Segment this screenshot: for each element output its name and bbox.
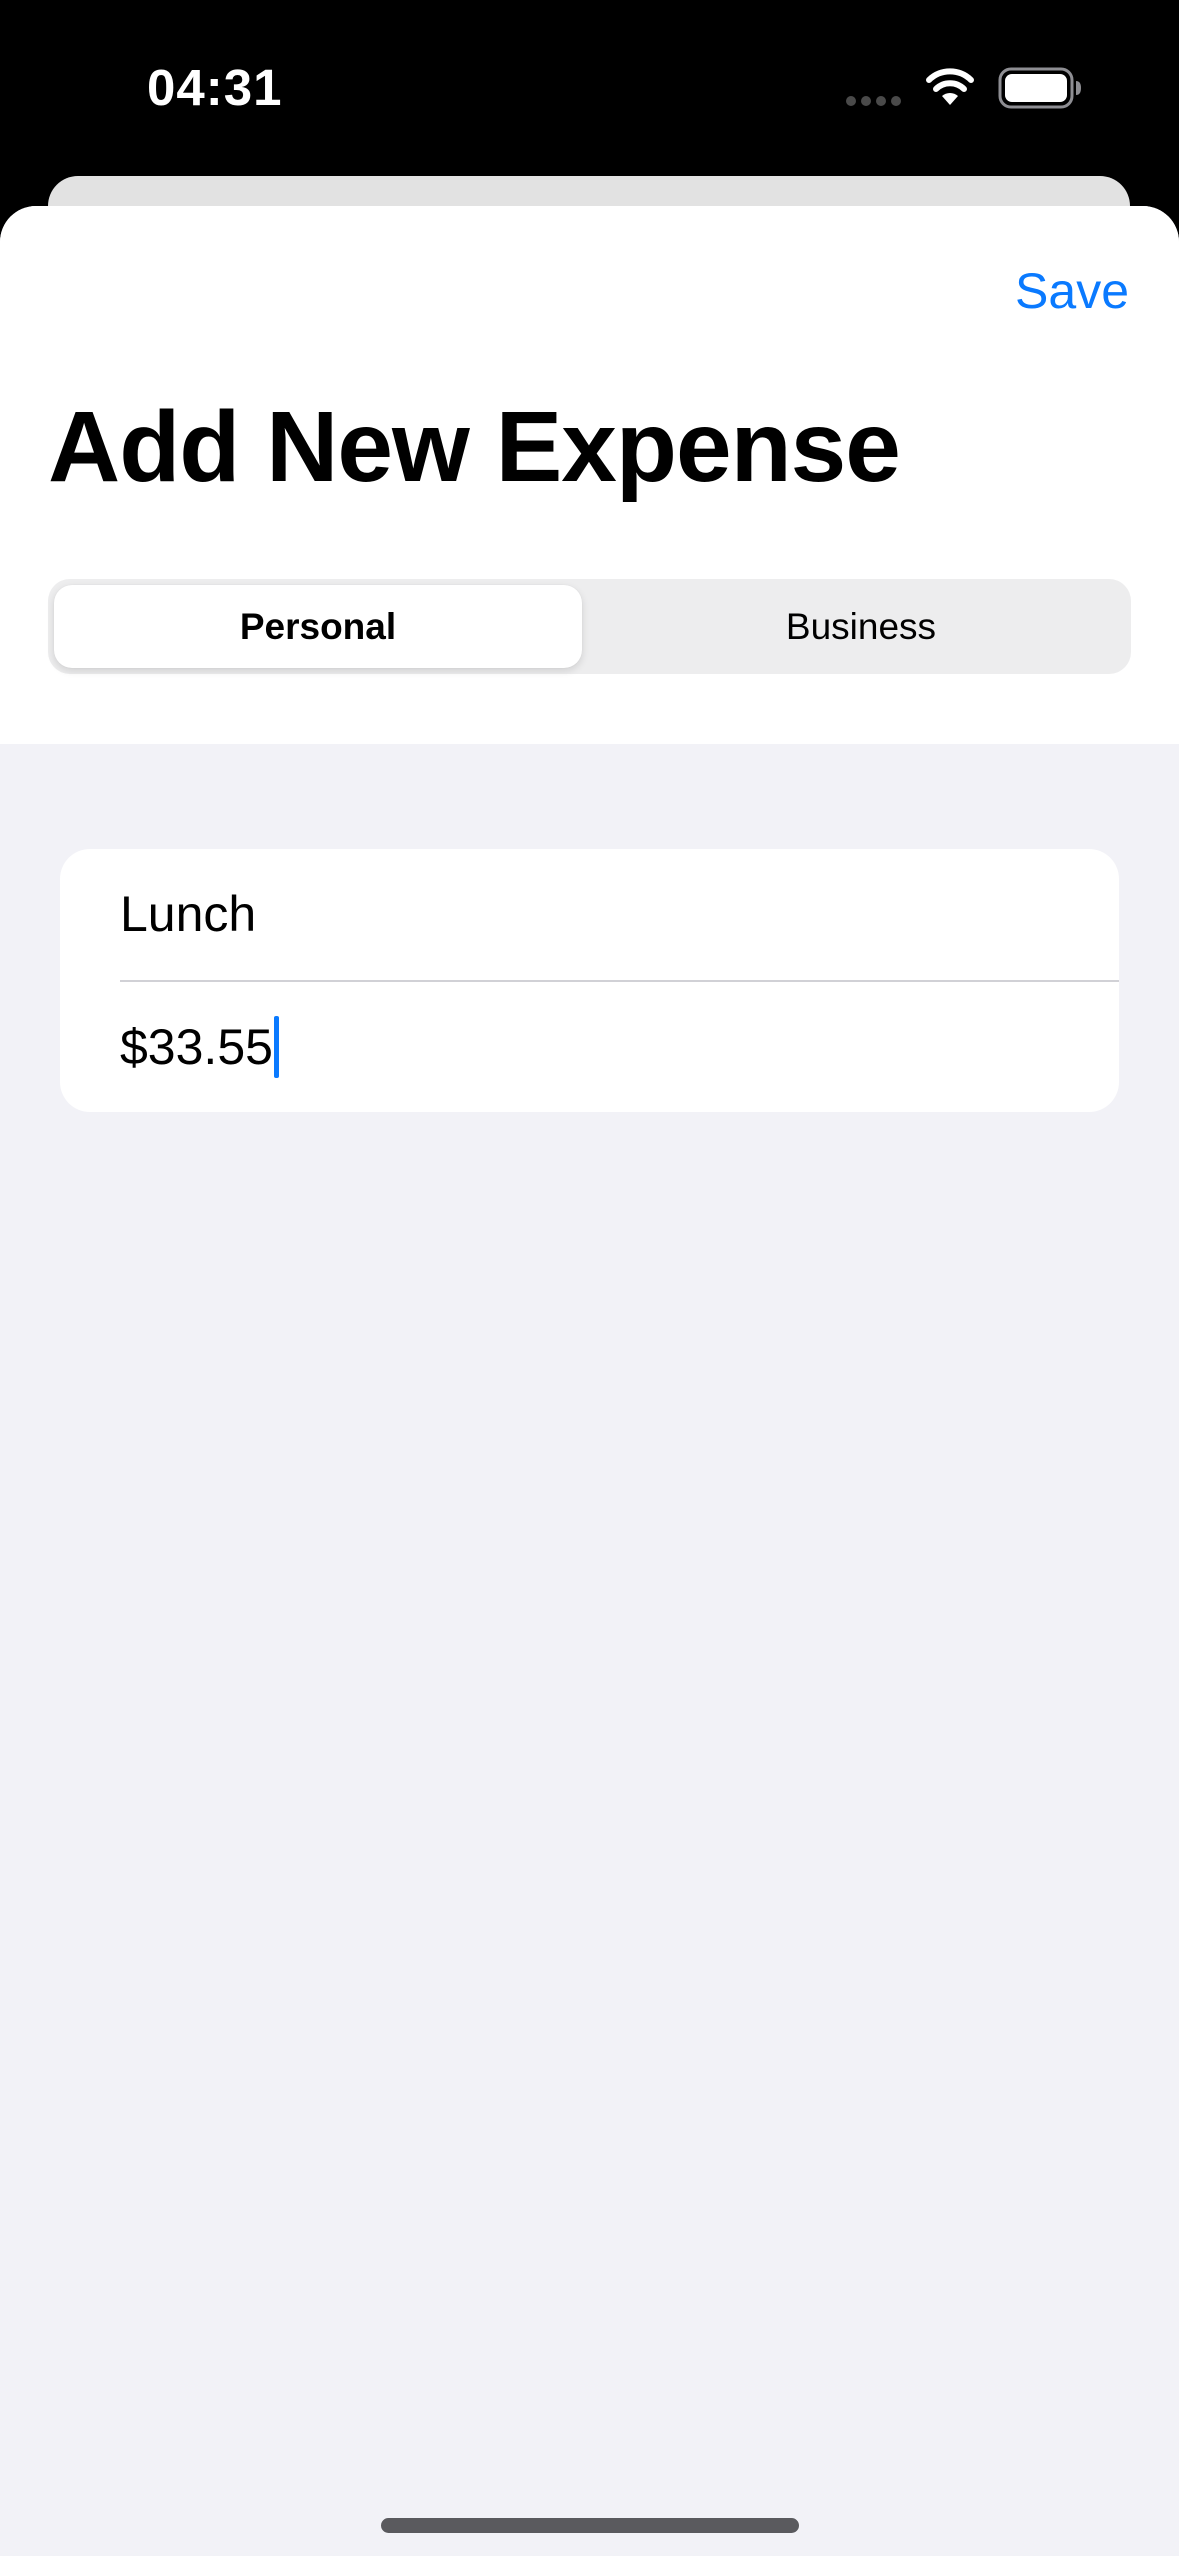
add-expense-sheet: Save Add New Expense Personal Business L… [0, 206, 1179, 2556]
status-time: 04:31 [147, 59, 283, 116]
expense-amount-field[interactable]: $33.55 [120, 982, 1119, 1112]
status-bar: 04:31 [0, 0, 1179, 175]
expense-type-segmented-control: Personal Business [48, 579, 1131, 674]
save-button[interactable]: Save [1015, 262, 1129, 320]
wifi-icon [926, 68, 974, 105]
expense-form-group: Lunch $33.55 [60, 849, 1119, 1112]
cellular-dots-icon [846, 96, 901, 106]
segment-business[interactable]: Business [597, 585, 1125, 668]
segment-personal[interactable]: Personal [54, 585, 582, 668]
page-title: Add New Expense [48, 391, 901, 503]
battery-icon [998, 67, 1081, 109]
expense-amount-value: $33.55 [120, 1019, 273, 1075]
expense-name-value: Lunch [120, 886, 257, 942]
screen: 04:31 Save Add New Expense Personal Busi… [0, 0, 1179, 2556]
expense-name-field[interactable]: Lunch [120, 849, 1119, 979]
sheet-header: Save Add New Expense Personal Business [0, 206, 1179, 744]
text-cursor [273, 1016, 279, 1078]
home-indicator[interactable] [381, 2518, 799, 2533]
